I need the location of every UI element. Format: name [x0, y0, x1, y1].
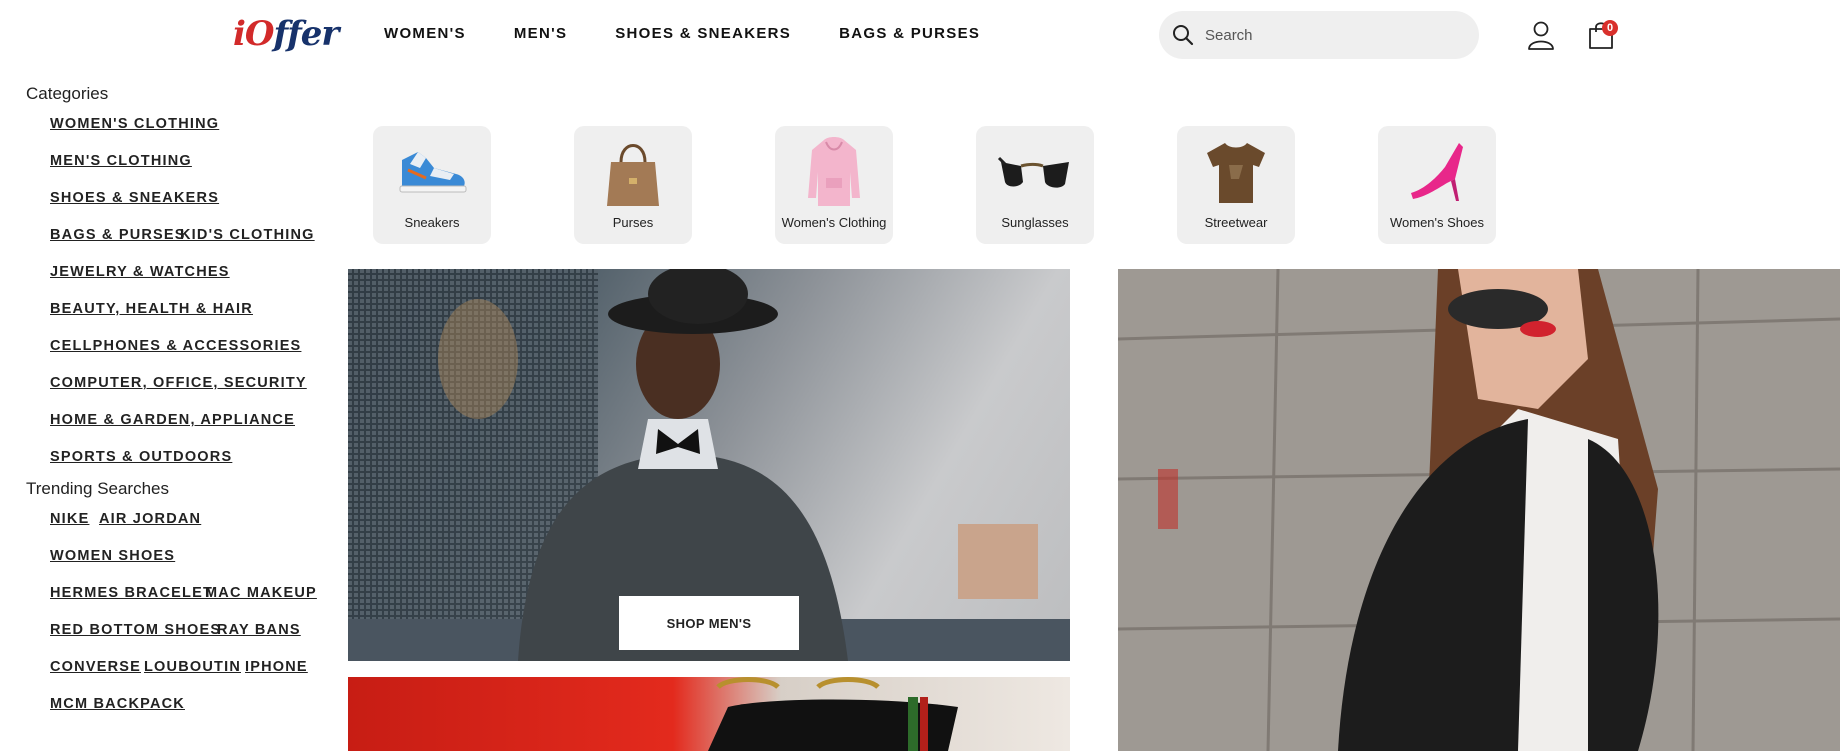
- category-sports-outdoors[interactable]: SPORTS & OUTDOORS: [50, 449, 232, 465]
- tile-label: Streetwear: [1204, 215, 1268, 230]
- category-home-garden-appliance[interactable]: HOME & GARDEN, APPLIANCE: [50, 412, 295, 428]
- bag-photo: [708, 677, 958, 751]
- nav-womens[interactable]: WOMEN'S: [384, 25, 466, 42]
- user-icon[interactable]: [1527, 20, 1555, 50]
- tile-label: Sunglasses: [1001, 215, 1069, 230]
- bags-banner-image[interactable]: [348, 677, 1070, 751]
- search-bar[interactable]: [1159, 11, 1479, 59]
- sunglasses-icon: [997, 156, 1069, 188]
- trending-converse[interactable]: CONVERSE: [50, 659, 141, 675]
- logo-letter-o: O: [244, 14, 275, 54]
- nav-shoes-sneakers[interactable]: SHOES & SNEAKERS: [615, 25, 791, 42]
- sneaker-icon: [399, 152, 467, 193]
- nav-mens[interactable]: MEN'S: [514, 25, 567, 42]
- category-cellphones-accessories[interactable]: CELLPHONES & ACCESSORIES: [50, 338, 301, 354]
- search-icon: [1173, 25, 1194, 46]
- tile-womens-shoes[interactable]: Women's Shoes: [1378, 126, 1496, 244]
- trending-louboutin[interactable]: LOUBOUTIN: [144, 659, 241, 675]
- trending-nike[interactable]: NIKE: [50, 511, 89, 527]
- tile-sneakers[interactable]: Sneakers: [373, 126, 491, 244]
- heel-icon: [1411, 143, 1463, 201]
- tile-label: Women's Clothing: [781, 215, 887, 230]
- main-nav: WOMEN'S MEN'S SHOES & SNEAKERS BAGS & PU…: [384, 25, 980, 42]
- search-input[interactable]: [1203, 25, 1467, 45]
- nav-bags-purses[interactable]: BAGS & PURSES: [839, 25, 980, 42]
- trending-ray-bans[interactable]: RAY BANS: [217, 622, 301, 638]
- ioffer-logo[interactable]: iOffer: [233, 14, 340, 54]
- purse-icon: [607, 144, 659, 206]
- tile-label: Women's Shoes: [1389, 215, 1484, 230]
- category-jewelry-watches[interactable]: JEWELRY & WATCHES: [50, 264, 230, 280]
- tile-streetwear[interactable]: Streetwear: [1177, 126, 1295, 244]
- trending-iphone[interactable]: IPHONE: [245, 659, 308, 675]
- trending-mcm-backpack[interactable]: MCM BACKPACK: [50, 696, 185, 712]
- category-bags-purses[interactable]: BAGS & PURSES: [50, 227, 186, 243]
- trending-hermes-bracelet[interactable]: HERMES BRACELET: [50, 585, 213, 601]
- tile-womens-clothing[interactable]: Women's Clothing: [775, 126, 893, 244]
- trending-air-jordan[interactable]: AIR JORDAN: [99, 511, 201, 527]
- site-header: iOffer WOMEN'S MEN'S SHOES & SNEAKERS BA…: [0, 0, 1845, 64]
- tshirt-icon: [1207, 143, 1265, 203]
- trending-red-bottom-shoes[interactable]: RED BOTTOM SHOES: [50, 622, 221, 638]
- logo-letters-ffer: ffer: [273, 14, 340, 54]
- categories-title: Categories: [26, 84, 109, 103]
- trending-title: Trending Searches: [26, 479, 170, 498]
- category-mens-clothing[interactable]: MEN'S CLOTHING: [50, 153, 192, 169]
- tile-sunglasses[interactable]: Sunglasses: [976, 126, 1094, 244]
- category-kids-clothing[interactable]: KID'S CLOTHING: [180, 227, 315, 243]
- category-computer-office-security[interactable]: COMPUTER, OFFICE, SECURITY: [50, 375, 307, 391]
- trending-mac-makeup[interactable]: MAC MAKEUP: [205, 585, 317, 601]
- cart-count-badge: 0: [1602, 20, 1618, 36]
- tile-label: Purses: [612, 215, 654, 230]
- trending-women-shoes[interactable]: WOMEN SHOES: [50, 548, 175, 564]
- category-shoes-sneakers[interactable]: SHOES & SNEAKERS: [50, 190, 219, 206]
- category-beauty-health-hair[interactable]: BEAUTY, HEALTH & HAIR: [50, 301, 253, 317]
- shop-mens-button[interactable]: SHOP MEN'S: [619, 596, 799, 650]
- tile-purses[interactable]: Purses: [574, 126, 692, 244]
- womens-banner-image[interactable]: [1118, 269, 1840, 751]
- womens-photo: [1118, 269, 1840, 751]
- tile-label: Sneakers: [404, 215, 460, 230]
- category-womens-clothing[interactable]: WOMEN'S CLOTHING: [50, 116, 219, 132]
- hoodie-icon: [808, 137, 860, 206]
- logo-letter-i: i: [233, 14, 246, 54]
